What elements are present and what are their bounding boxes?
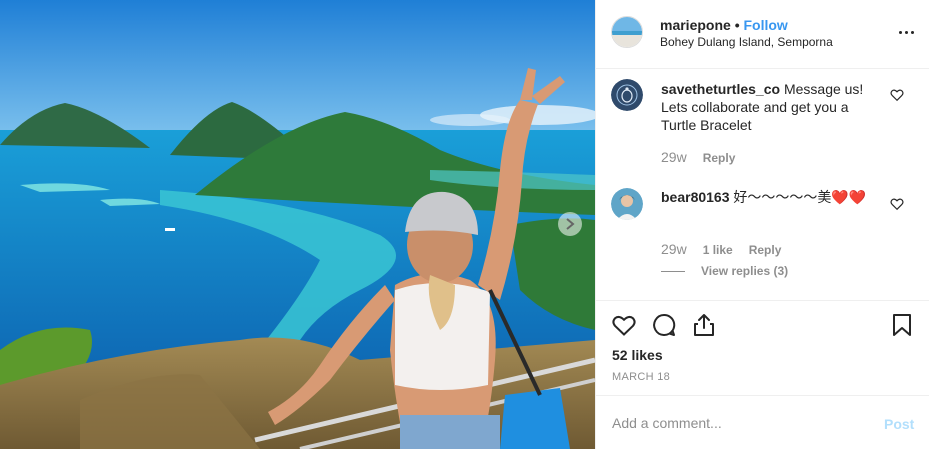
comment-meta: 29w Reply	[661, 149, 751, 165]
comment-body: 好～～～～～美❤️❤️	[733, 189, 867, 205]
commenter-avatar[interactable]	[611, 188, 643, 220]
post-actions: 52 likes MARCH 18	[596, 300, 929, 395]
like-comment-heart-icon[interactable]	[890, 197, 904, 211]
comment-text: savetheturtles_co Message us! Lets colla…	[661, 80, 881, 134]
instagram-post: mariepone • Follow Bohey Dulang Island, …	[0, 0, 929, 449]
like-comment-heart-icon[interactable]	[890, 88, 904, 102]
commenter-avatar[interactable]	[611, 79, 643, 111]
author-line: mariepone • Follow	[660, 17, 788, 33]
likes-count[interactable]: 52 likes	[612, 347, 663, 363]
comment-icon[interactable]	[651, 312, 677, 338]
comment-text: bear80163 好～～～～～美❤️❤️	[661, 188, 881, 206]
chevron-right-icon	[566, 218, 575, 230]
post-side-panel: mariepone • Follow Bohey Dulang Island, …	[595, 0, 929, 449]
follow-button[interactable]: Follow	[744, 17, 788, 33]
bookmark-icon[interactable]	[889, 312, 915, 338]
post-location[interactable]: Bohey Dulang Island, Semporna	[660, 35, 833, 49]
view-replies-button[interactable]: View replies (3)	[661, 264, 788, 278]
comment-likes[interactable]: 1 like	[703, 243, 733, 257]
island-scene-image	[0, 0, 595, 449]
comment-meta: 29w 1 like Reply	[661, 241, 797, 257]
comment-input[interactable]	[612, 410, 862, 436]
add-comment-bar: Post	[596, 395, 929, 449]
next-photo-button[interactable]	[558, 212, 582, 236]
replies-divider	[661, 270, 685, 272]
avatar-image	[612, 17, 642, 47]
reply-button[interactable]: Reply	[749, 243, 782, 257]
turtle-logo-icon	[611, 79, 643, 111]
post-date[interactable]: MARCH 18	[612, 371, 670, 383]
post-header: mariepone • Follow Bohey Dulang Island, …	[596, 0, 929, 69]
view-replies-label: View replies (3)	[701, 264, 789, 278]
reply-button[interactable]: Reply	[703, 151, 736, 165]
separator-dot: •	[734, 17, 740, 33]
comment-time[interactable]: 29w	[661, 149, 687, 165]
post-comment-button[interactable]: Post	[884, 416, 914, 432]
post-photo[interactable]	[0, 0, 595, 449]
more-options-icon[interactable]	[894, 22, 918, 42]
author-username[interactable]: mariepone	[660, 17, 731, 33]
avatar-image	[611, 188, 643, 220]
author-avatar[interactable]	[611, 16, 643, 48]
comment-time[interactable]: 29w	[661, 241, 687, 257]
share-icon[interactable]	[691, 312, 717, 338]
comments-list: savetheturtles_co Message us! Lets colla…	[596, 70, 929, 300]
comment-username[interactable]: bear80163	[661, 189, 730, 205]
comment-username[interactable]: savetheturtles_co	[661, 81, 780, 97]
heart-icon[interactable]	[611, 312, 637, 338]
